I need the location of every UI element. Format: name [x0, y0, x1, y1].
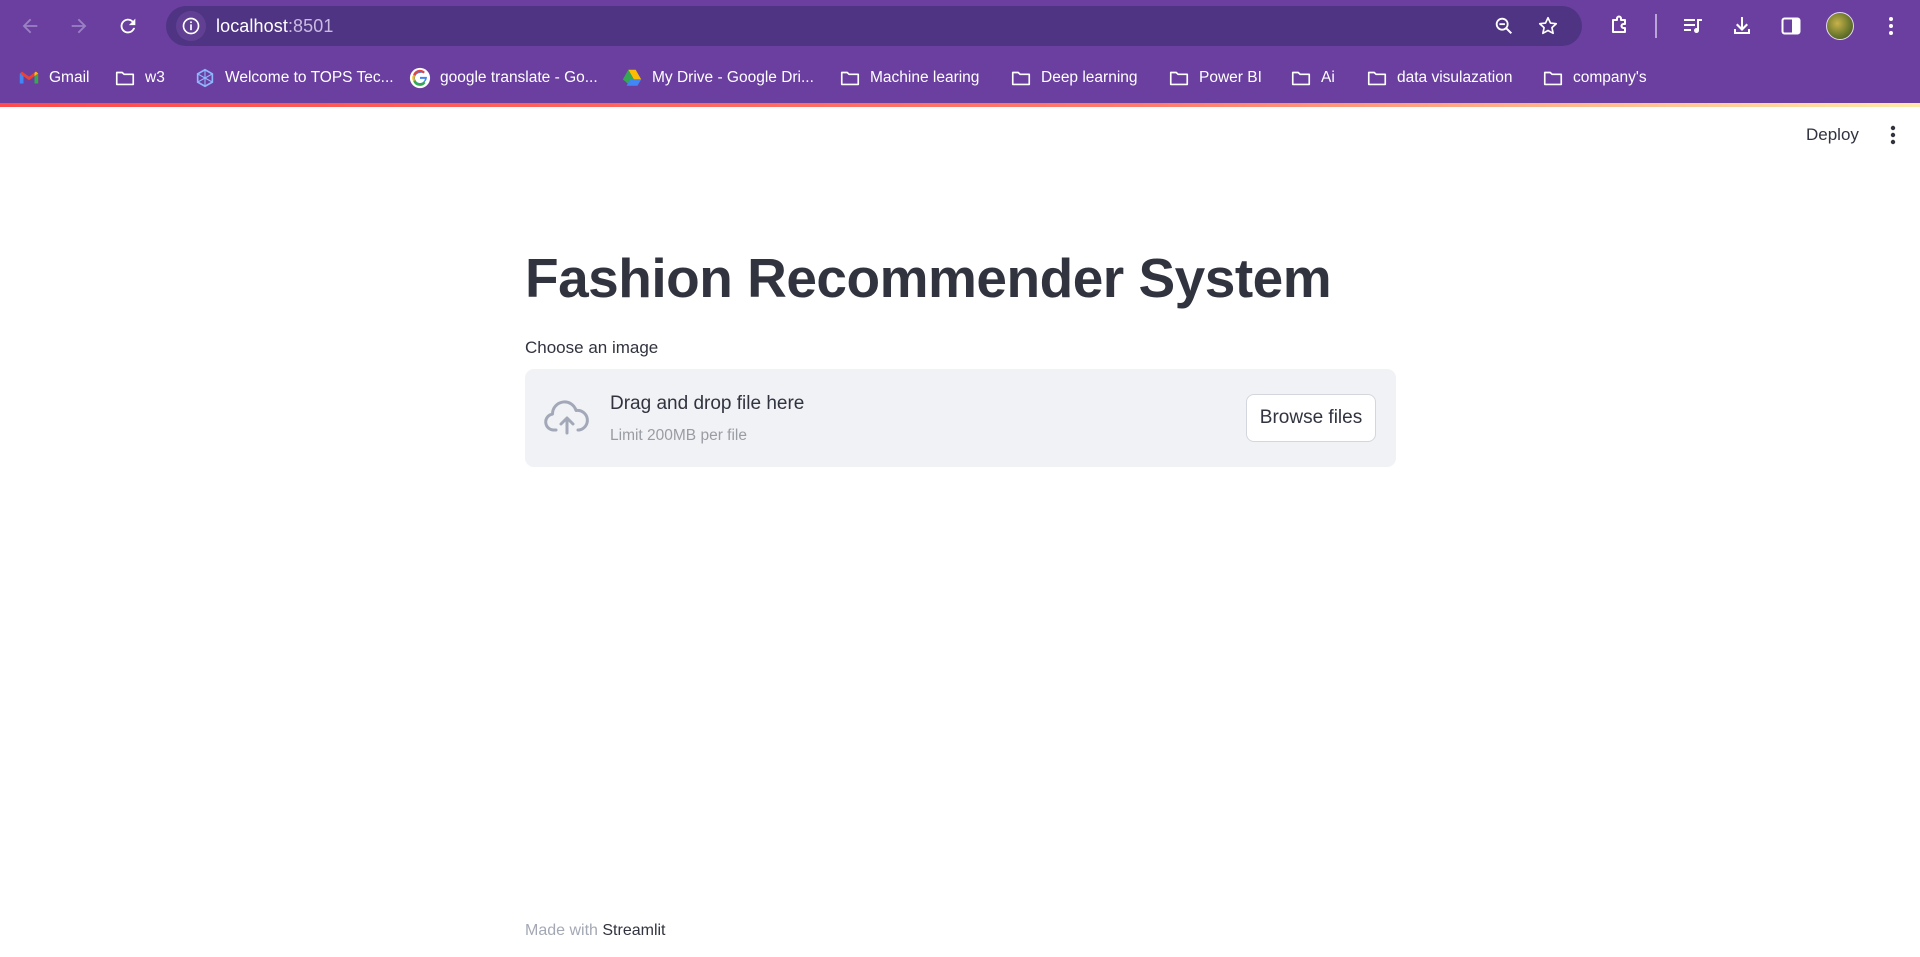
bookmark-label: Machine learing [870, 68, 980, 86]
browse-files-button[interactable]: Browse files [1246, 394, 1376, 442]
site-info-button[interactable] [176, 11, 206, 41]
bookmark-ai[interactable]: Ai [1290, 52, 1335, 103]
address-bar[interactable]: localhost:8501 [166, 6, 1582, 46]
bookmark-google-drive[interactable]: My Drive - Google Dri... [621, 52, 814, 103]
url-port: :8501 [287, 16, 334, 36]
streamlit-link[interactable]: Streamlit [602, 922, 665, 939]
footer-made-with: Made with [525, 922, 603, 939]
bookmark-power-bi[interactable]: Power BI [1168, 52, 1262, 103]
star-icon [1538, 16, 1558, 35]
reload-button[interactable] [108, 6, 148, 46]
main-menu-button[interactable] [1880, 117, 1906, 153]
url-host: localhost [216, 16, 288, 36]
bookmark-label: Deep learning [1041, 68, 1138, 86]
bookmark-google-translate[interactable]: google translate - Go... [409, 52, 598, 103]
side-panel-button[interactable] [1777, 12, 1805, 40]
forward-button[interactable] [59, 6, 99, 46]
footer: Made with Streamlit [525, 922, 666, 940]
bookmark-label: Gmail [49, 68, 90, 86]
bookmark-gmail[interactable]: Gmail [18, 52, 89, 103]
folder-icon [1168, 67, 1190, 89]
bookmark-label: Welcome to TOPS Tec... [225, 68, 394, 86]
url-text: localhost:8501 [216, 6, 334, 46]
vertical-dots-icon [1890, 125, 1896, 145]
bookmark-data-visualization[interactable]: data visulazation [1366, 52, 1512, 103]
bookmark-label: data visulazation [1397, 68, 1513, 86]
vertical-dots-icon [1889, 17, 1893, 35]
bookmark-label: w3 [145, 68, 165, 86]
google-icon [409, 67, 431, 89]
toolbar-separator [1655, 14, 1657, 38]
bookmark-label: Power BI [1199, 68, 1262, 86]
media-control-button[interactable] [1679, 12, 1707, 40]
browser-menu-button[interactable] [1877, 12, 1905, 40]
download-icon [1734, 17, 1750, 34]
folder-icon [839, 67, 861, 89]
puzzle-icon [1612, 15, 1626, 33]
bookmarks-bar: Gmail w3 Welcome to TOPS Tec... google t… [0, 52, 1920, 103]
extensions-button[interactable] [1605, 12, 1633, 40]
bookmark-label: Ai [1321, 68, 1335, 86]
bookmark-machine-learning[interactable]: Machine learing [839, 52, 979, 103]
bookmark-star-button[interactable] [1536, 14, 1560, 38]
bookmark-deep-learning[interactable]: Deep learning [1010, 52, 1138, 103]
reload-icon [120, 18, 136, 34]
folder-icon [1010, 67, 1032, 89]
dropzone-instructions: Drag and drop file here [610, 393, 805, 414]
side-panel-icon [1781, 17, 1801, 35]
bookmark-label: company's [1573, 68, 1647, 86]
bookmark-companys[interactable]: company's [1542, 52, 1647, 103]
zoom-button[interactable] [1492, 14, 1516, 38]
page-title: Fashion Recommender System [525, 247, 1332, 309]
bookmark-w3[interactable]: w3 [114, 52, 165, 103]
google-drive-icon [621, 67, 643, 89]
bookmark-label: google translate - Go... [440, 68, 598, 86]
folder-icon [1542, 67, 1564, 89]
file-size-limit: Limit 200MB per file [610, 427, 747, 444]
info-icon [182, 17, 200, 35]
file-dropzone[interactable]: Drag and drop file here Limit 200MB per … [525, 369, 1396, 467]
back-button[interactable] [10, 6, 50, 46]
browser-toolbar: localhost:8501 [0, 0, 1920, 52]
bookmark-label: My Drive - Google Dri... [652, 68, 814, 86]
zoom-out-icon [1495, 17, 1513, 35]
arrow-right-icon [71, 18, 87, 34]
gmail-icon [18, 67, 40, 89]
file-uploader-label: Choose an image [525, 338, 659, 357]
deploy-button[interactable]: Deploy [1796, 117, 1869, 153]
bookmark-tops[interactable]: Welcome to TOPS Tec... [194, 52, 394, 103]
folder-icon [1290, 67, 1312, 89]
downloads-button[interactable] [1728, 12, 1756, 40]
folder-icon [1366, 67, 1388, 89]
folder-icon [114, 67, 136, 89]
app-header: Deploy [0, 107, 1920, 163]
cloud-upload-icon [544, 400, 589, 435]
profile-avatar[interactable] [1826, 12, 1854, 40]
playlist-music-icon [1684, 19, 1702, 33]
arrow-left-icon [22, 18, 38, 34]
tops-logo-icon [194, 67, 216, 89]
